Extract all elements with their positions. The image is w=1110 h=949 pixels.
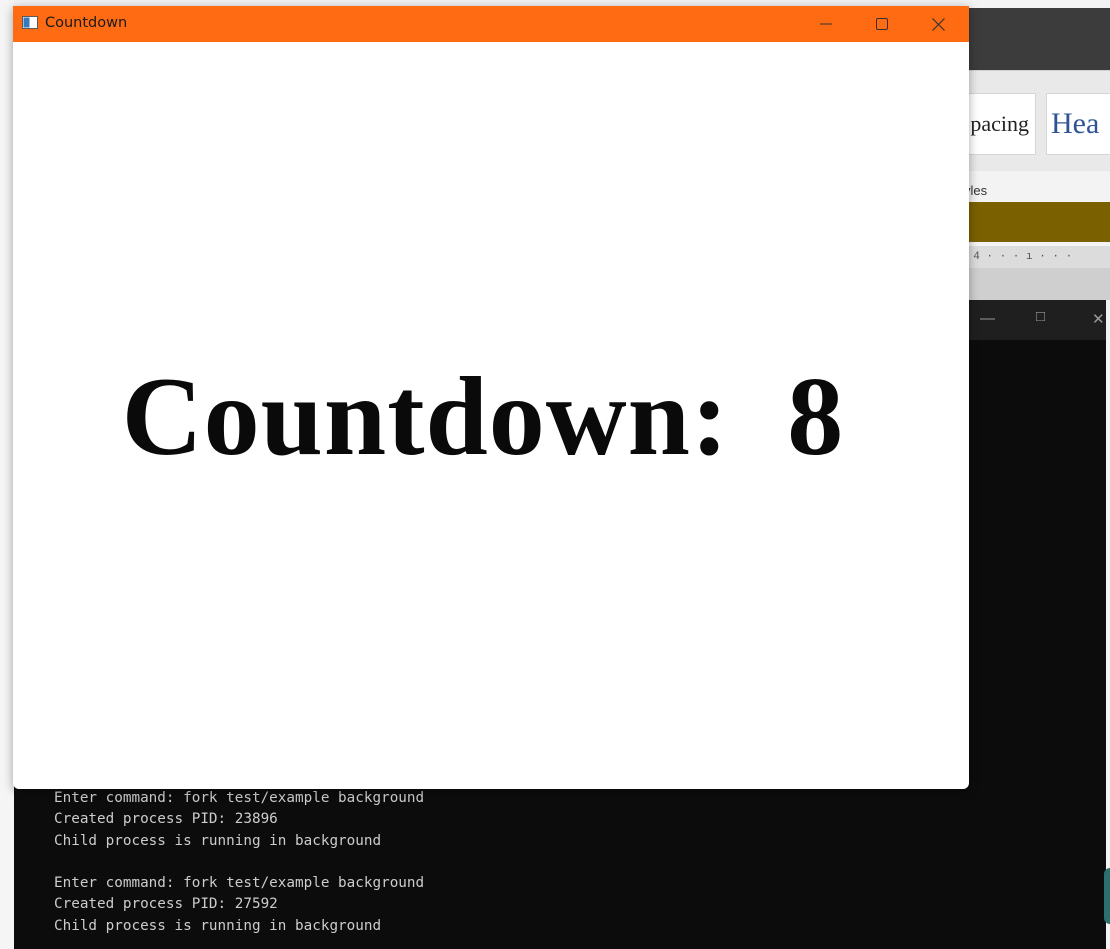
maximize-button[interactable] (859, 6, 905, 42)
close-icon[interactable]: ✕ (1092, 310, 1105, 328)
countdown-titlebar[interactable]: Countdown (13, 6, 969, 42)
app-window-icon (22, 16, 38, 29)
word-ruler: · 4 · · · ı · · · (960, 246, 1110, 268)
desktop-left-edge (0, 0, 14, 949)
maximize-icon (876, 18, 888, 30)
word-window: pacing Hea yles · 4 · · · ı · · · (952, 0, 1110, 300)
console-line: Child process is running in background (54, 917, 382, 934)
countdown-window: Countdown Countdown: 8 (13, 6, 969, 789)
close-button[interactable] (915, 6, 961, 42)
console-line: Created process PID: 23896 (54, 811, 278, 828)
desktop-edge-widget (1104, 868, 1110, 924)
minimize-button[interactable] (803, 6, 849, 42)
word-titlebar (960, 8, 1110, 70)
console-line: Child process is running in background (54, 832, 382, 849)
close-icon (931, 17, 945, 31)
console-titlebar: — □ ✕ (964, 300, 1106, 340)
maximize-icon[interactable]: □ (1036, 308, 1045, 325)
console-line: Enter command: fork test/example backgro… (54, 875, 425, 892)
console-line: Created process PID: 27592 (54, 896, 278, 913)
countdown-display: Countdown: 8 (121, 355, 845, 479)
word-notification-bar (960, 202, 1110, 242)
window-title: Countdown (45, 15, 128, 31)
minimize-icon (820, 23, 832, 25)
word-document-area (960, 268, 1110, 300)
style-heading-tile[interactable]: Hea (1046, 93, 1110, 155)
minimize-icon[interactable]: — (980, 310, 995, 327)
console-output: Enter command: fork test/example backgro… (54, 788, 424, 937)
word-ribbon: pacing Hea yles (952, 70, 1110, 198)
console-line: Enter command: fork test/example backgro… (54, 790, 425, 806)
